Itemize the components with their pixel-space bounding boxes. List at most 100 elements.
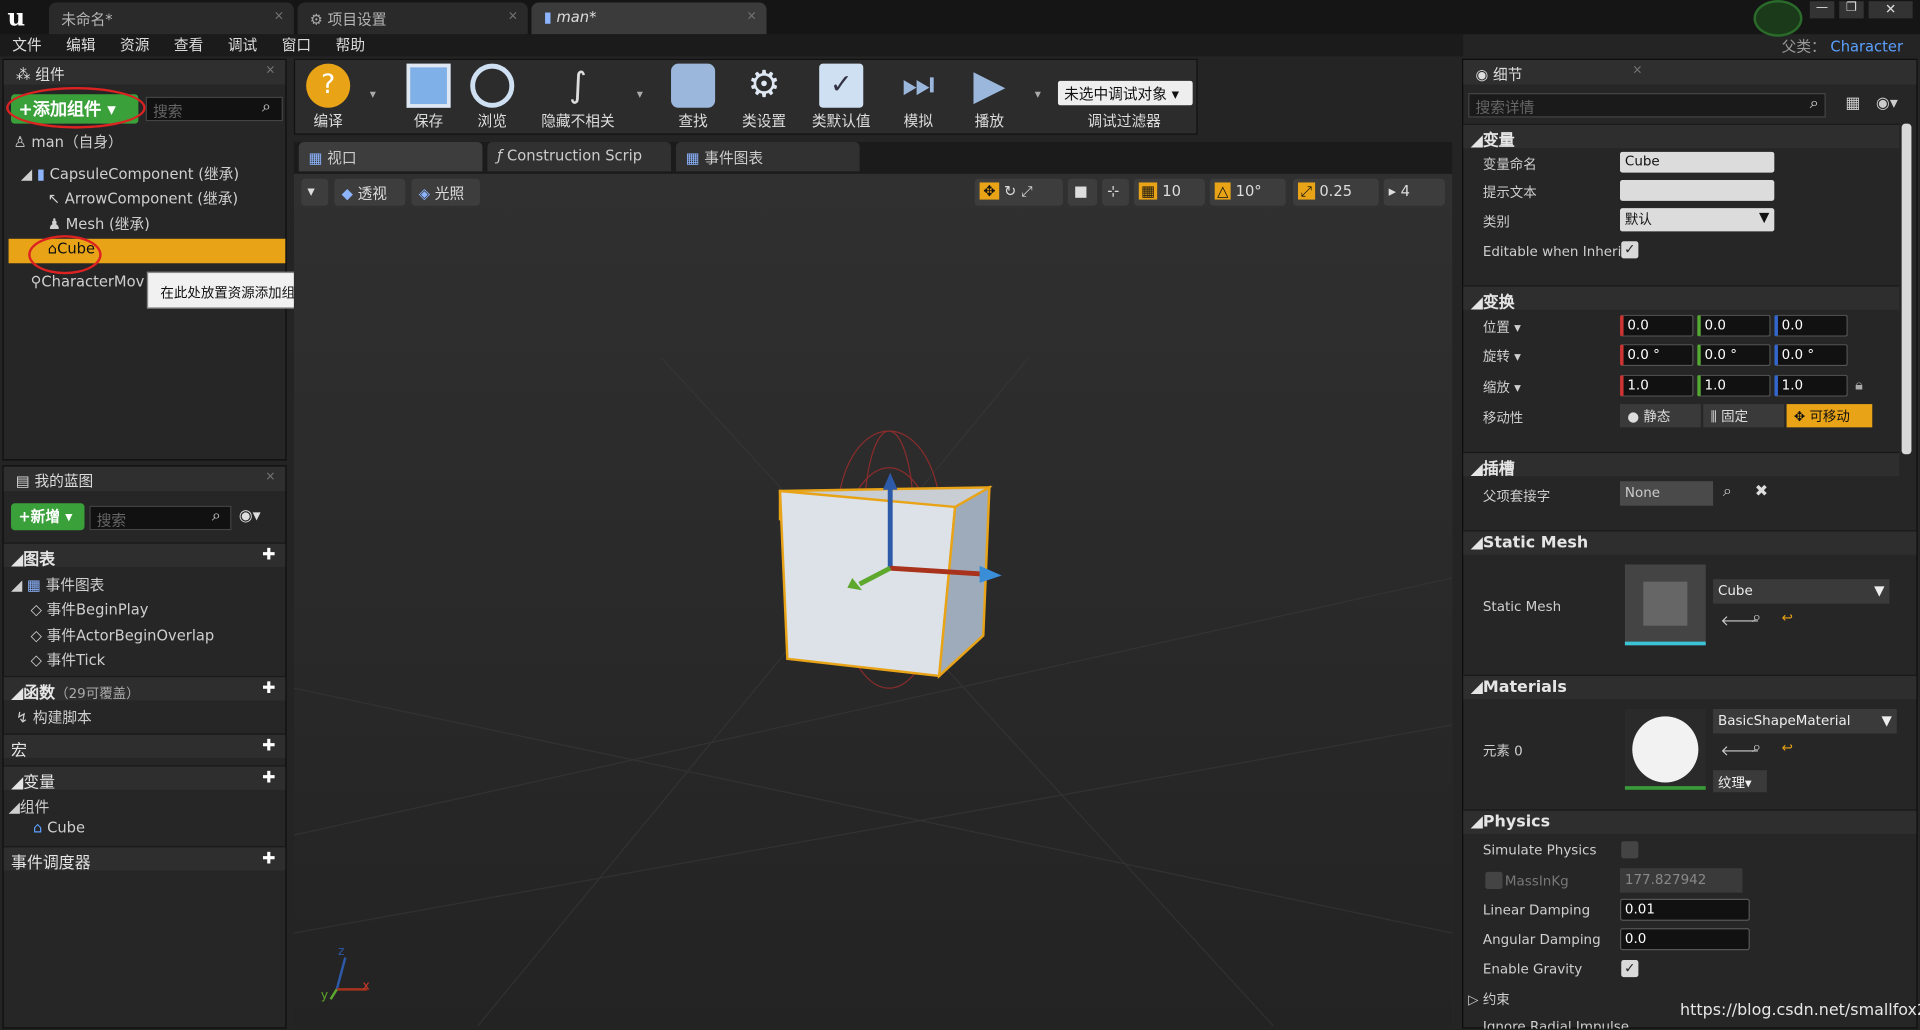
location-z[interactable]: 0.0 [1774, 314, 1848, 337]
maximize-button[interactable]: ❐ [1839, 1, 1864, 19]
mass-override-checkbox[interactable] [1485, 871, 1503, 889]
browse-icon[interactable]: ⌕ [1752, 609, 1761, 627]
static-mesh-section[interactable]: ◢Static Mesh [1463, 530, 1917, 555]
scale-y[interactable]: 1.0 [1697, 374, 1771, 397]
class-settings-button[interactable]: ⚙ 类设置 [732, 61, 796, 134]
scale-snap-toggle[interactable]: ⤢ 0.25 [1293, 178, 1379, 206]
simulate-physics-checkbox[interactable] [1621, 841, 1639, 859]
event-beginplay[interactable]: ◇ 事件BeginPlay [31, 599, 149, 620]
find-button[interactable]: 查找 [661, 61, 725, 134]
mass-field[interactable]: 177.827942 [1620, 868, 1743, 893]
reset-icon[interactable]: ↩ [1782, 610, 1793, 626]
scale-icon[interactable]: ⤢ [1021, 182, 1033, 199]
search-icon[interactable]: ⌕ [262, 98, 271, 116]
component-arrow[interactable]: ↖ ArrowComponent (继承) [48, 187, 238, 208]
add-graph-button[interactable]: ✚ [262, 546, 275, 564]
lock-icon[interactable]: 🔒︎ [1855, 376, 1863, 394]
var-name-input[interactable]: Cube [1620, 151, 1775, 173]
surface-snap-button[interactable]: ⊹ [1102, 178, 1129, 206]
category-select[interactable]: 默认 ▼ [1620, 208, 1775, 232]
grid-snap-toggle[interactable]: ▦ 10 [1133, 178, 1205, 206]
component-character-movement[interactable]: ⚲CharacterMov [31, 273, 145, 290]
constraints-label[interactable]: ▷ 约束 [1468, 989, 1510, 1009]
rotation-y[interactable]: 0.0 ° [1697, 344, 1771, 367]
add-macro-button[interactable]: ✚ [262, 737, 275, 755]
event-actor-begin-overlap[interactable]: ◇ 事件ActorBeginOverlap [31, 624, 215, 645]
menu-view[interactable]: 查看 [174, 34, 203, 55]
linear-damping-field[interactable]: 0.01 [1620, 898, 1750, 921]
reset-icon[interactable]: ↩ [1782, 740, 1793, 756]
tab-construction-script[interactable]: ƒ Construction Scrip [487, 142, 672, 172]
mobility-movable-button[interactable]: ✥ 可移动 [1786, 404, 1873, 428]
class-defaults-button[interactable]: ✓ 类默认值 [803, 61, 879, 134]
transform-mode-group[interactable]: ✥ ↻ ⤢ [974, 178, 1063, 206]
materials-section[interactable]: ◢Materials [1463, 674, 1917, 700]
search-icon[interactable]: ⌕ [212, 507, 221, 525]
material-thumbnail[interactable] [1624, 708, 1706, 790]
property-matrix-icon[interactable]: ▦ [1845, 94, 1860, 112]
components-category[interactable]: ◢组件 [9, 796, 50, 817]
parent-class-link[interactable]: Character [1830, 38, 1903, 55]
rotation-label[interactable]: 旋转 ▾ [1483, 347, 1521, 367]
rotation-x[interactable]: 0.0 ° [1620, 344, 1694, 367]
hide-options-icon[interactable]: ▾ [637, 88, 643, 101]
tab-unnamed[interactable]: 未命名* × [48, 2, 294, 35]
add-dispatcher-button[interactable]: ✚ [262, 850, 275, 868]
unreal-logo-icon[interactable]: u [7, 2, 36, 31]
variable-section[interactable]: ◢变量 [1463, 123, 1900, 151]
eye-icon[interactable]: ◉▾ [1876, 94, 1898, 112]
save-button[interactable]: 保存 [397, 61, 461, 134]
scale-label[interactable]: 缩放 ▾ [1483, 377, 1521, 397]
static-mesh-select[interactable]: Cube ▼ [1713, 579, 1890, 604]
close-button[interactable]: ✕ [1868, 1, 1913, 19]
minimize-button[interactable]: — [1809, 1, 1835, 19]
rotate-icon[interactable]: ↻ [1004, 182, 1016, 199]
cube-mesh[interactable] [778, 485, 993, 679]
construction-script-item[interactable]: ↯ 构建脚本 [16, 707, 92, 728]
add-function-button[interactable]: ✚ [262, 680, 275, 698]
tooltip-input[interactable] [1620, 180, 1775, 201]
enable-gravity-checkbox[interactable]: ✓ [1621, 960, 1639, 978]
static-mesh-thumbnail[interactable] [1624, 564, 1706, 646]
translate-icon[interactable]: ✥ [979, 182, 1000, 200]
menu-asset[interactable]: 资源 [120, 34, 149, 55]
details-scrollbar[interactable] [1901, 123, 1912, 455]
transform-section[interactable]: ◢变换 [1463, 285, 1900, 312]
editable-when-inherited-checkbox[interactable]: ✓ [1621, 241, 1639, 259]
eye-icon[interactable]: ◉▾ [239, 507, 261, 525]
mobility-stationary-button[interactable]: ⫼ 固定 [1703, 404, 1785, 428]
rotation-z[interactable]: 0.0 ° [1774, 344, 1848, 367]
perspective-button[interactable]: ◆ 透视 [334, 178, 406, 206]
material-select[interactable]: BasicShapeMaterial ▼ [1713, 708, 1897, 734]
menu-edit[interactable]: 编辑 [66, 34, 95, 55]
world-local-button[interactable]: ■ [1067, 178, 1098, 206]
menu-help[interactable]: 帮助 [336, 34, 365, 55]
search-icon[interactable]: ⌕ [1723, 482, 1732, 500]
hide-unrelated-button[interactable]: ∫ 隐藏不相关 [534, 61, 622, 134]
lit-button[interactable]: ◈ 光照 [411, 178, 481, 206]
debug-object-select[interactable]: 未选中调试对象 ▾ [1057, 80, 1193, 106]
viewport-scene[interactable] [293, 173, 1453, 1027]
location-label[interactable]: 位置 ▾ [1483, 317, 1521, 337]
physics-section[interactable]: ◢Physics [1463, 809, 1917, 834]
menu-window[interactable]: 窗口 [282, 34, 311, 55]
texture-button[interactable]: 纹理▾ [1713, 770, 1767, 793]
scale-x[interactable]: 1.0 [1620, 374, 1694, 397]
event-dispatchers-section[interactable]: 事件调度器 ✚ [3, 846, 286, 873]
event-tick[interactable]: ◇ 事件Tick [31, 649, 106, 670]
viewport[interactable]: z x y [293, 173, 1453, 1027]
component-self[interactable]: ♙ man（自身） [13, 131, 122, 152]
search-icon[interactable]: ⌕ [1810, 94, 1819, 112]
variable-cube[interactable]: ⌂ Cube [33, 819, 85, 836]
play-button[interactable]: ▶ 播放 [958, 61, 1022, 134]
location-y[interactable]: 0.0 [1697, 314, 1771, 337]
menu-file[interactable]: 文件 [12, 34, 41, 55]
scale-z[interactable]: 1.0 [1774, 374, 1848, 397]
location-x[interactable]: 0.0 [1620, 314, 1694, 337]
sockets-section[interactable]: ◢插槽 [1463, 451, 1900, 479]
tab-event-graph[interactable]: ▦ 事件图表 [675, 142, 860, 172]
clear-icon[interactable]: ✖ [1755, 482, 1768, 500]
menu-debug[interactable]: 调试 [228, 34, 257, 55]
add-variable-button[interactable]: ✚ [262, 769, 275, 787]
rotation-snap-toggle[interactable]: △ 10° [1209, 178, 1286, 206]
